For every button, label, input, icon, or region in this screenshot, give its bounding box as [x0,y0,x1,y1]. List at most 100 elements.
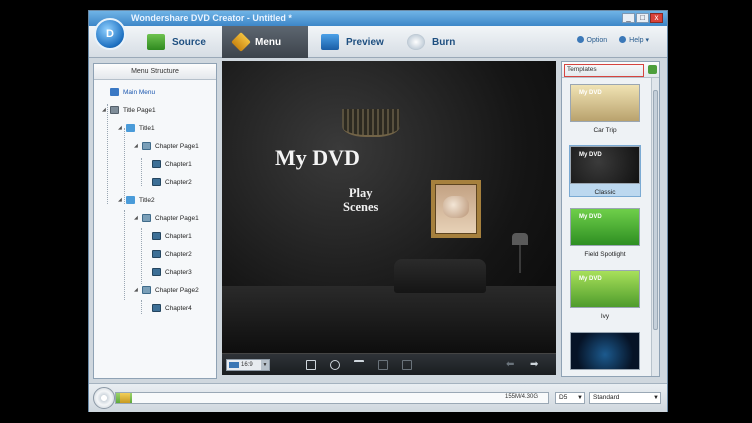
arrange-icon[interactable] [402,360,412,370]
tree-item-chapter2[interactable]: Chapter2 [152,248,192,260]
tab-menu-label: Menu [255,36,282,48]
preview-icon [321,34,339,50]
add-background-icon[interactable] [306,360,316,370]
tree-item-label: Title Page1 [123,106,156,114]
capacity-fill-secondary [120,393,130,403]
lamp-image [512,233,528,245]
help-label: Help ▾ [629,37,649,44]
menu-buttons-text[interactable]: Play Scenes [343,186,378,214]
tree-item-label: Chapter Page1 [155,142,199,150]
main-toolbar: D Source Menu Preview Burn Option Help ▾ [89,18,667,58]
picture-frame[interactable] [431,180,481,238]
template-thumbnail: My DVD [570,84,640,122]
film-icon [152,304,161,312]
tree-item-label: Title2 [139,196,155,204]
menu-structure-panel: Menu Structure Main Menu ◢ Title Page1 ◢… [93,63,217,379]
help-link[interactable]: Help ▾ [619,36,649,44]
help-icon [619,36,627,43]
text-icon[interactable] [354,360,364,370]
menu-preview-canvas[interactable]: My DVD Play Scenes [222,61,556,353]
tree-item-chapter4[interactable]: Chapter4 [152,302,192,314]
download-icon[interactable] [648,65,657,74]
template-ivy[interactable]: My DVD Ivy [570,270,640,320]
template-name: Car Trip [593,127,617,134]
option-label: Option [586,37,608,44]
template-classic[interactable]: My DVD Classic [569,145,641,197]
option-link[interactable]: Option [576,36,608,44]
collapse-arrow-icon[interactable]: ◢ [134,287,138,293]
menu-title-text[interactable]: My DVD [275,145,360,171]
film-icon [152,268,161,276]
capacity-text: 155M/4.30G [505,394,539,400]
template-blue[interactable] [570,332,640,370]
collapse-arrow-icon[interactable]: ◢ [134,143,138,149]
tab-menu[interactable]: Menu [222,26,308,58]
template-name: Ivy [600,313,610,320]
tree-item-title1[interactable]: ◢ Title1 [118,122,155,134]
templates-scrollbar[interactable] [651,78,659,376]
tree-item-chapter1[interactable]: Chapter1 [152,158,192,170]
play-button-text[interactable]: Play [343,186,378,200]
tree-item-label: Chapter2 [165,178,192,186]
tab-burn[interactable]: Burn [399,26,481,58]
tree-item-label: Chapter4 [165,304,192,312]
scenes-button-text[interactable]: Scenes [343,200,378,214]
disc-capacity-bar [115,392,549,404]
template-thumbnail: My DVD [570,208,640,246]
tab-source[interactable]: Source [139,26,219,58]
next-arrow-icon[interactable]: ➡ [530,359,538,370]
template-thumbnail: My DVD [570,146,640,184]
thumb-text: My DVD [579,152,602,158]
tree-item-chapter3[interactable]: Chapter3 [152,266,192,278]
frame-photo [443,196,469,218]
folder-icon [126,124,135,132]
tree-item-chapter2[interactable]: Chapter2 [152,176,192,188]
tree-line [124,210,125,300]
thumbnail-icon[interactable] [378,360,388,370]
film-icon [152,178,161,186]
collapse-arrow-icon[interactable]: ◢ [102,107,106,113]
chapter-page-icon [142,142,151,150]
aspect-ratio-value: 16:9 [241,362,253,368]
chevron-down-icon: ▼ [653,395,659,401]
minimize-button[interactable]: _ [622,13,635,23]
tree-item-chapter1[interactable]: Chapter1 [152,230,192,242]
home-icon [110,88,119,96]
tree-item-chapter-page1[interactable]: ◢ Chapter Page1 [134,140,199,152]
chapter-page-icon [142,286,151,294]
close-button[interactable]: x [650,13,663,23]
template-field-spotlight[interactable]: My DVD Field Spotlight [570,208,640,258]
tree-item-main-menu[interactable]: Main Menu [110,86,155,98]
maximize-button[interactable]: □ [636,13,649,23]
folder-icon [126,196,135,204]
aspect-ratio-select[interactable]: 16:9 ▼ [226,359,270,371]
tab-preview[interactable]: Preview [311,26,396,58]
collapse-arrow-icon[interactable]: ◢ [118,125,122,131]
preview-toolbar: 16:9 ▼ ⬅ ➡ [222,353,556,375]
quality-select[interactable]: Standard ▼ [589,392,661,404]
tree-item-title-page1[interactable]: ◢ Title Page1 [102,104,156,116]
tree-item-label: Chapter Page2 [155,286,199,294]
sofa-image [394,259,486,293]
chevron-down-icon: ▼ [577,395,583,401]
collapse-arrow-icon[interactable]: ◢ [118,197,122,203]
template-thumbnail [570,332,640,370]
scrollbar-thumb[interactable] [653,90,658,330]
burn-icon [407,34,425,50]
tab-burn-label: Burn [432,36,456,48]
previous-arrow-icon[interactable]: ⬅ [506,359,514,370]
disc-type-select[interactable]: D5 ▼ [555,392,585,404]
template-car-trip[interactable]: My DVD Car Trip [570,84,640,134]
floor-background [222,286,556,353]
tree-item-label: Chapter3 [165,268,192,276]
tree-item-chapter-page2[interactable]: ◢ Chapter Page2 [134,284,199,296]
thumb-text: My DVD [579,90,602,96]
source-icon [147,34,165,50]
template-name: Classic [594,189,616,196]
tree-item-chapter-page1[interactable]: ◢ Chapter Page1 [134,212,199,224]
chapter-page-icon [142,214,151,222]
tree-item-title2[interactable]: ◢ Title2 [118,194,155,206]
collapse-arrow-icon[interactable]: ◢ [134,215,138,221]
music-icon[interactable] [330,360,340,370]
template-name: Field Spotlight [584,251,626,258]
